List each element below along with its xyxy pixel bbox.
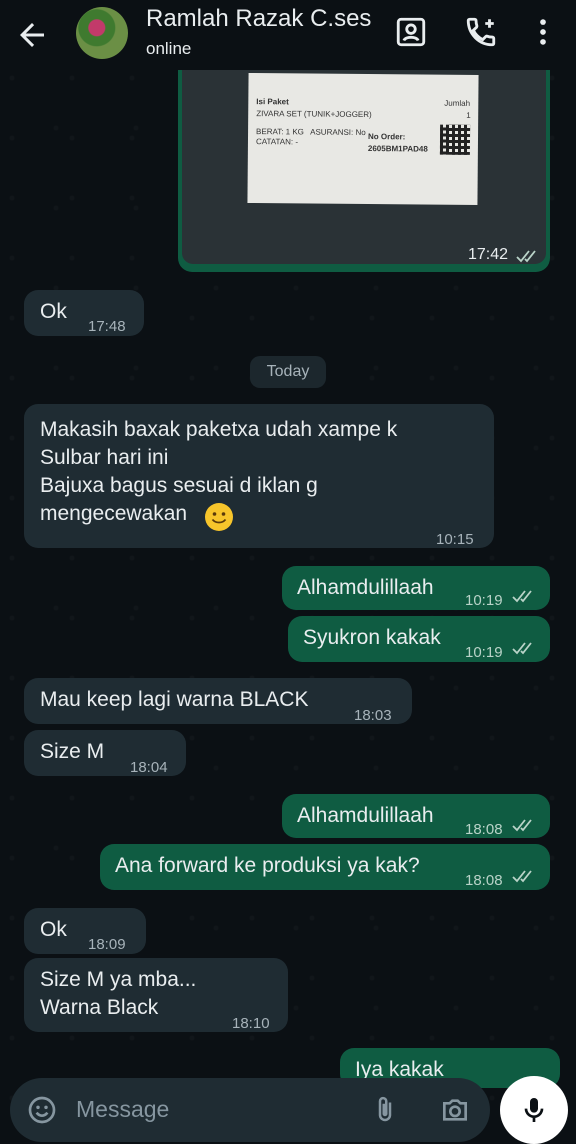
read-ticks-icon	[512, 819, 532, 832]
read-ticks-icon	[516, 250, 536, 263]
shipping-label-photo[interactable]: Isi Paket ZIVARA SET (TUNIK+JOGGER) BERA…	[182, 60, 546, 264]
message-text: Size M ya mba... Warna Black	[40, 968, 197, 1019]
message-text: Ok	[40, 300, 67, 323]
message-time: 18:10	[232, 1015, 270, 1032]
message-text: Ok	[40, 918, 67, 941]
incoming-message[interactable]: Size M 18:04	[24, 730, 186, 776]
microphone-icon	[524, 1098, 544, 1122]
outgoing-message[interactable]: Syukron kakak 10:19	[288, 616, 550, 662]
message-time: 10:15	[436, 531, 474, 548]
message-text: Ana forward ke produksi ya kak?	[115, 854, 420, 877]
label-line: 1	[466, 110, 471, 120]
add-call-icon[interactable]	[464, 15, 498, 49]
label-line: CATATAN: -	[255, 137, 299, 147]
label-line: Jumlah	[444, 98, 471, 108]
outgoing-message[interactable]: Alhamdulillaah 18:08	[282, 794, 550, 838]
message-text: Syukron kakak	[303, 626, 441, 649]
message-time: 18:09	[88, 936, 126, 953]
date-divider: Today	[250, 356, 326, 388]
camera-icon[interactable]	[438, 1094, 472, 1126]
message-time: 17:42	[468, 246, 509, 263]
contact-card-icon[interactable]	[394, 15, 428, 49]
image-message[interactable]: Isi Paket ZIVARA SET (TUNIK+JOGGER) BERA…	[178, 56, 550, 272]
incoming-message[interactable]: Ok 17:48	[24, 290, 144, 336]
message-time: 17:48	[88, 318, 126, 335]
incoming-message[interactable]: Size M ya mba... Warna Black 18:10	[24, 958, 288, 1032]
message-time: 18:08	[465, 872, 503, 889]
read-ticks-icon	[512, 642, 532, 655]
voice-message-button[interactable]	[500, 1076, 568, 1144]
incoming-message[interactable]: Ok 18:09	[24, 908, 146, 954]
smiling-face-emoji-icon	[205, 503, 233, 531]
message-time: 18:04	[130, 759, 168, 776]
message-input-bar[interactable]: Message	[10, 1078, 490, 1142]
chat-header: Ramlah Razak C.ses online	[0, 0, 576, 70]
attach-icon[interactable]	[370, 1094, 400, 1126]
contact-name[interactable]: Ramlah Razak C.ses	[146, 4, 378, 32]
shipping-label: Isi Paket ZIVARA SET (TUNIK+JOGGER) BERA…	[247, 72, 479, 206]
message-text: Mau keep lagi warna BLACK	[40, 688, 309, 711]
message-time: 18:03	[354, 707, 392, 724]
read-ticks-icon	[512, 590, 532, 603]
message-text: Size M	[40, 740, 105, 763]
outgoing-message[interactable]: Alhamdulillaah 10:19	[282, 566, 550, 610]
message-input[interactable]: Message	[76, 1096, 169, 1123]
contact-status: online	[146, 39, 192, 58]
contact-avatar[interactable]	[76, 7, 128, 59]
label-line: ZIVARA SET (TUNIK+JOGGER)	[256, 109, 372, 120]
message-time: 10:19	[465, 592, 503, 609]
message-text: Alhamdulillaah	[297, 804, 434, 827]
label-line: 2605BM1PAD48	[367, 144, 428, 154]
incoming-message[interactable]: Makasih baxak paketxa udah xampe k Sulba…	[24, 404, 494, 548]
more-options-icon[interactable]	[526, 15, 560, 49]
message-time: 18:08	[465, 821, 503, 838]
qr-code	[439, 124, 471, 155]
back-arrow-icon[interactable]	[14, 17, 50, 53]
read-ticks-icon	[512, 870, 532, 883]
outgoing-message[interactable]: Ana forward ke produksi ya kak? 18:08	[100, 844, 550, 890]
label-line: No Order:	[367, 132, 406, 142]
message-text: Alhamdulillaah	[297, 576, 434, 599]
message-time: 10:19	[465, 644, 503, 661]
incoming-message[interactable]: Mau keep lagi warna BLACK 18:03	[24, 678, 412, 724]
emoji-icon[interactable]	[26, 1094, 58, 1126]
label-line: Isi Paket	[256, 97, 289, 107]
